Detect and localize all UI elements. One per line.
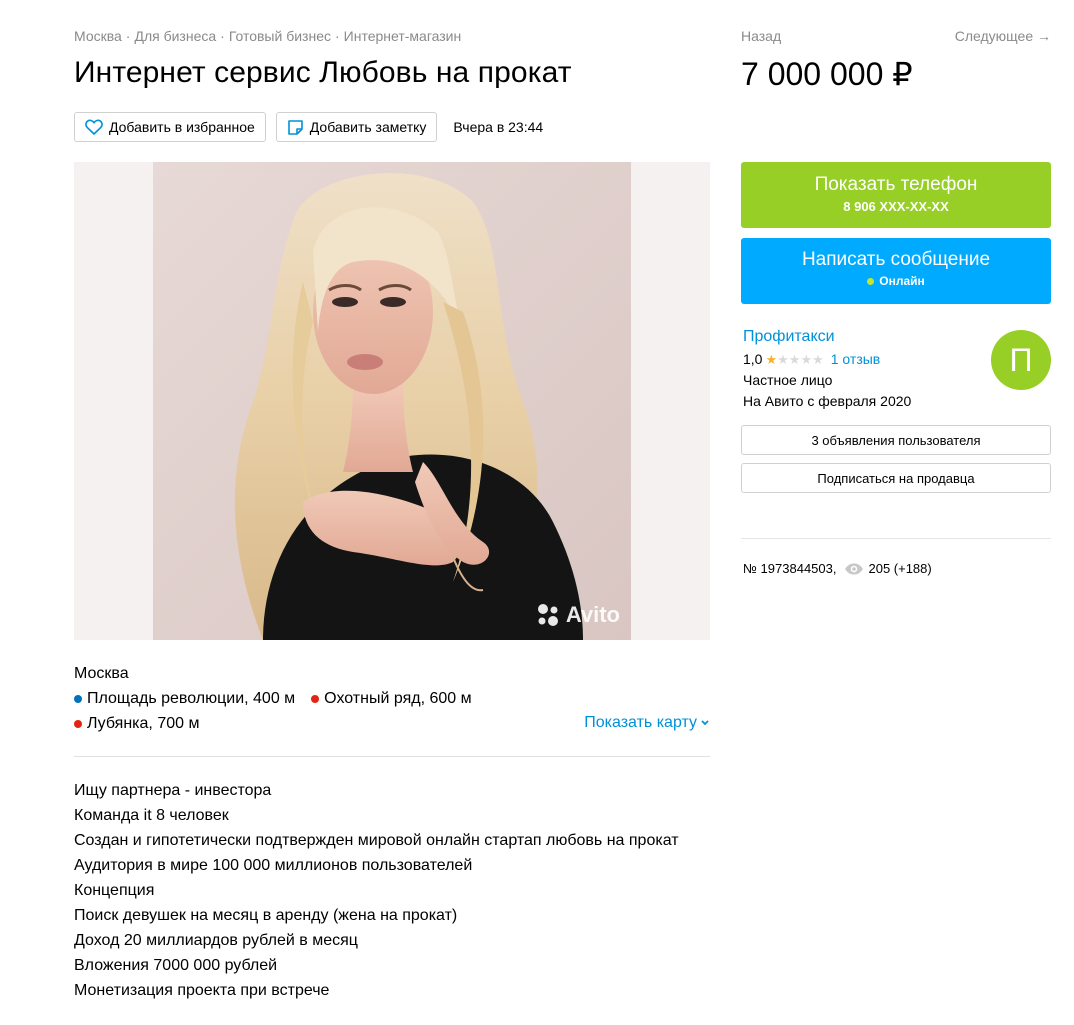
item-number: № 1973844503,	[743, 561, 837, 576]
show-map-label: Показать карту	[584, 714, 697, 731]
eye-icon	[845, 563, 864, 574]
next-link[interactable]: Следующее →	[955, 28, 1051, 44]
avito-watermark: Avito	[535, 602, 620, 628]
breadcrumb-item-business[interactable]: Для бизнеса	[134, 28, 216, 44]
metro-station: Лубянка, 700 м	[74, 714, 199, 734]
reviews-link[interactable]: 1 отзыв	[831, 351, 881, 367]
online-dot	[867, 277, 875, 285]
sidebar-divider	[741, 538, 1051, 539]
breadcrumb-item-city[interactable]: Москва	[74, 28, 122, 44]
description-line: Вложения 7000 000 рублей	[74, 957, 278, 974]
description-line: Доход 20 миллиардов рублей в месяц	[74, 932, 358, 949]
seller-since: На Авито с февраля 2020	[743, 393, 912, 409]
section-divider	[74, 756, 710, 757]
photo-gallery[interactable]: Avito	[74, 162, 710, 640]
breadcrumb-separator: ·	[220, 28, 225, 44]
phone-masked: 8 906 XXX-XX-XX	[843, 199, 949, 214]
metro-line-dot	[74, 695, 82, 703]
description-line: Монетизация проекта при встрече	[74, 982, 330, 999]
breadcrumb: Москва · Для бизнеса · Готовый бизнес · Интерн…	[74, 28, 461, 44]
metro-line-dot	[311, 695, 320, 703]
chevron-down-icon	[701, 720, 709, 726]
online-status: Онлайн	[741, 274, 1051, 288]
metro-station-label: Охотный ряд, 600 м	[324, 690, 472, 707]
rating-stars: ★ ★ ★ ★ ★	[765, 353, 823, 366]
metro-row-1: Площадь революции, 400 м Охотный ряд, 60…	[74, 689, 710, 709]
location-block: Москва Площадь революции, 400 м Охотный …	[74, 664, 710, 734]
show-phone-label: Показать телефон	[814, 174, 978, 195]
description-line: Создан и гипотетически подтвержден миров…	[74, 832, 679, 849]
back-link[interactable]: Назад	[741, 28, 781, 44]
description-line: Концепция	[74, 882, 155, 899]
add-note-button[interactable]: Добавить заметку	[275, 112, 438, 142]
seller-listings-button[interactable]: 3 объявления пользователя	[741, 425, 1051, 455]
listing-actions: Добавить в избранное Добавить заметку Вч…	[74, 112, 543, 142]
rating-value: 1,0	[743, 351, 763, 367]
write-message-label: Написать сообщение	[801, 249, 991, 270]
star-empty-icon: ★	[800, 351, 813, 367]
star-empty-icon: ★	[788, 351, 801, 367]
avito-logo-icon	[537, 604, 558, 626]
publish-date: Вчера в 23:44	[453, 119, 544, 135]
item-meta: № 1973844503, 205 (+188)	[743, 561, 932, 576]
note-icon	[287, 119, 303, 135]
add-to-favorites-label: Добавить в избранное	[109, 119, 255, 135]
show-map-link[interactable]: Показать карту	[584, 714, 710, 732]
star-filled-icon: ★	[765, 351, 778, 367]
view-count: 205 (+188)	[868, 561, 932, 576]
breadcrumb-separator: ·	[334, 28, 340, 44]
description-line: Команда it 8 человек	[74, 807, 229, 824]
online-label: Онлайн	[879, 274, 925, 288]
avatar[interactable]: П	[991, 330, 1051, 390]
show-phone-button[interactable]: Показать телефон 8 906 XXX-XX-XX	[741, 162, 1051, 228]
star-empty-icon: ★	[777, 351, 789, 367]
description-line: Аудитория в мире 100 000 миллионов польз…	[74, 857, 473, 874]
description: Ищу партнера - инвестора Команда it 8 че…	[74, 778, 710, 1003]
page-title: Интернет сервис Любовь на прокат	[74, 56, 572, 89]
metro-station-label: Площадь революции, 400 м	[87, 690, 296, 707]
avito-watermark-text: Avito	[565, 602, 620, 627]
description-line: Поиск девушек на месяц в аренду (жена на…	[74, 907, 458, 924]
seller-info: Профитакси 1,0 ★ ★ ★ ★ ★ 1 отзыв Частное…	[743, 328, 1051, 409]
add-to-favorites-button[interactable]: Добавить в избранное	[74, 112, 266, 142]
heart-icon	[85, 119, 103, 135]
metro-station-label: Лубянка, 700 м	[87, 715, 200, 732]
price: 7 000 000 ₽	[741, 56, 913, 92]
add-note-label: Добавить заметку	[309, 119, 427, 135]
breadcrumb-separator: ·	[125, 28, 131, 44]
write-message-button[interactable]: Написать сообщение Онлайн	[741, 238, 1051, 304]
breadcrumb-item-ready-business[interactable]: Готовый бизнес	[229, 28, 331, 44]
metro-line-dot	[74, 720, 82, 728]
breadcrumb-item-online-shop[interactable]: Интернет-магазин	[344, 28, 462, 44]
star-empty-icon: ★	[812, 351, 824, 367]
metro-station: Площадь революции, 400 м	[74, 689, 295, 709]
location-city: Москва	[74, 665, 129, 682]
listing-photo	[153, 162, 631, 640]
description-line: Ищу партнера - инвестора	[74, 782, 272, 799]
metro-station: Охотный ряд, 600 м	[311, 689, 472, 709]
subscribe-seller-button[interactable]: Подписаться на продавца	[741, 463, 1051, 493]
listing-navigation: Назад Следующее →	[741, 28, 1051, 44]
